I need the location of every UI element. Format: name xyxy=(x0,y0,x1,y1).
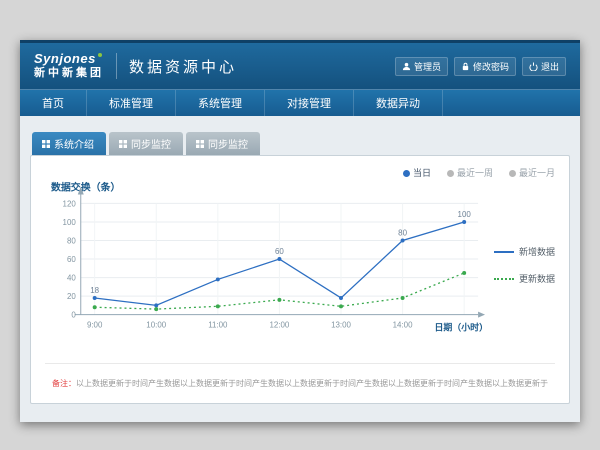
footnote-text: 以上数据更新于时间产生数据以上数据更新于时间产生数据以上数据更新于时间产生数据以… xyxy=(76,379,548,388)
chart-row: 数据交换（条） 日期（小时） 0 20 40 60 80 100 120 9:00 10:00 1… xyxy=(45,179,555,351)
x-tick-label: 11:00 xyxy=(208,321,228,330)
y-tick-label: 60 xyxy=(67,255,76,264)
main-nav: 首页 标准管理 系统管理 对接管理 数据异动 xyxy=(20,89,580,116)
tab-sync-monitor-2[interactable]: 同步监控 xyxy=(186,132,260,155)
data-point-label: 100 xyxy=(458,210,472,219)
x-tick-label: 12:00 xyxy=(269,321,289,330)
data-point xyxy=(462,220,466,224)
dotted-line-icon xyxy=(494,278,514,280)
tab-bar: 系统介绍 同步监控 同步监控 xyxy=(30,132,570,155)
logo-en-text: Synjones xyxy=(34,51,96,66)
x-tick-label: 9:00 xyxy=(87,321,103,330)
data-point xyxy=(154,307,158,311)
y-tick-label: 0 xyxy=(71,311,76,320)
filter-today[interactable]: 当日 xyxy=(403,166,431,179)
data-point-label: 80 xyxy=(398,229,407,238)
x-tick-label: 13:00 xyxy=(331,321,351,330)
nav-item-data-change[interactable]: 数据异动 xyxy=(354,90,443,116)
x-axis-title: 日期（小时） xyxy=(434,322,488,333)
y-axis-title: 数据交换（条） xyxy=(51,181,120,194)
logo-cn-text: 新中新集团 xyxy=(34,67,104,80)
header-actions: 管理员 修改密码 退出 xyxy=(395,57,566,76)
filter-dot-icon xyxy=(403,170,410,177)
admin-user-button[interactable]: 管理员 xyxy=(395,57,448,76)
legend-updated-data[interactable]: 更新数据 xyxy=(494,272,555,285)
nav-item-standard-mgmt[interactable]: 标准管理 xyxy=(87,90,176,116)
filter-last-week[interactable]: 最近一周 xyxy=(447,166,493,179)
nav-item-system-mgmt[interactable]: 系统管理 xyxy=(176,90,265,116)
app-window: Synjones 新中新集团 数据资源中心 管理员 修改密码 退出 首页 标准管… xyxy=(20,40,580,422)
data-point xyxy=(401,296,405,300)
page-title: 数据资源中心 xyxy=(129,56,237,77)
data-point-label: 18 xyxy=(90,286,99,295)
tab-sync-monitor-1[interactable]: 同步监控 xyxy=(109,132,183,155)
y-tick-label: 40 xyxy=(67,274,76,283)
data-point xyxy=(462,271,466,275)
series-legend: 新增数据 更新数据 xyxy=(492,245,555,285)
data-point xyxy=(93,296,97,300)
tab-label: 同步监控 xyxy=(208,136,248,151)
data-point xyxy=(93,305,97,309)
data-point xyxy=(339,304,343,308)
filter-last-month[interactable]: 最近一月 xyxy=(509,166,555,179)
nav-item-home[interactable]: 首页 xyxy=(20,90,87,116)
data-point xyxy=(401,239,405,243)
tab-label: 同步监控 xyxy=(131,136,171,151)
nav-item-connect-mgmt[interactable]: 对接管理 xyxy=(265,90,354,116)
x-tick-label: 14:00 xyxy=(393,321,413,330)
y-tick-label: 20 xyxy=(67,292,76,301)
legend-new-data[interactable]: 新增数据 xyxy=(494,245,555,258)
data-point xyxy=(154,303,158,307)
filter-dot-icon xyxy=(509,170,516,177)
lock-icon xyxy=(461,62,470,71)
data-point xyxy=(216,277,220,281)
footnote: 备注：以上数据更新于时间产生数据以上数据更新于时间产生数据以上数据更新于时间产生… xyxy=(45,363,555,389)
data-point-label: 60 xyxy=(275,247,284,256)
time-filter-legend: 当日 最近一周 最近一月 xyxy=(45,166,555,179)
grid-icon xyxy=(42,140,50,148)
solid-line-icon xyxy=(494,251,514,253)
user-icon xyxy=(402,62,411,71)
change-password-label: 修改密码 xyxy=(473,60,509,73)
y-tick-label: 80 xyxy=(67,236,76,245)
change-password-button[interactable]: 修改密码 xyxy=(454,57,516,76)
y-tick-label: 100 xyxy=(63,218,77,227)
footnote-label: 备注： xyxy=(52,379,76,388)
data-point xyxy=(339,296,343,300)
data-point xyxy=(277,298,281,302)
data-exchange-line-chart: 数据交换（条） 日期（小时） 0 20 40 60 80 100 120 9:00 10:00 1… xyxy=(45,179,492,351)
filter-dot-icon xyxy=(447,170,454,177)
header-divider xyxy=(116,53,117,79)
app-header: Synjones 新中新集团 数据资源中心 管理员 修改密码 退出 xyxy=(20,40,580,89)
tab-system-intro[interactable]: 系统介绍 xyxy=(32,132,106,155)
data-point xyxy=(277,257,281,261)
tab-label: 系统介绍 xyxy=(54,136,94,151)
x-tick-label: 10:00 xyxy=(146,321,166,330)
grid-icon xyxy=(196,140,204,148)
brand-logo: Synjones 新中新集团 xyxy=(34,52,104,80)
grid-icon xyxy=(119,140,127,148)
x-axis-arrow-icon xyxy=(478,312,485,318)
logout-label: 退出 xyxy=(541,60,559,73)
chart-panel: 当日 最近一周 最近一月 数据交换（条） 日期（小时） 0 20 40 60 80 100… xyxy=(30,155,570,404)
power-icon xyxy=(529,62,538,71)
logout-button[interactable]: 退出 xyxy=(522,57,566,76)
y-tick-label: 120 xyxy=(63,199,77,208)
data-point xyxy=(216,304,220,308)
logo-green-dot-icon xyxy=(98,53,102,57)
admin-user-label: 管理员 xyxy=(414,60,441,73)
content-area: 系统介绍 同步监控 同步监控 当日 最近一周 最近一月 数据交换（条） 日期（小… xyxy=(20,116,580,422)
